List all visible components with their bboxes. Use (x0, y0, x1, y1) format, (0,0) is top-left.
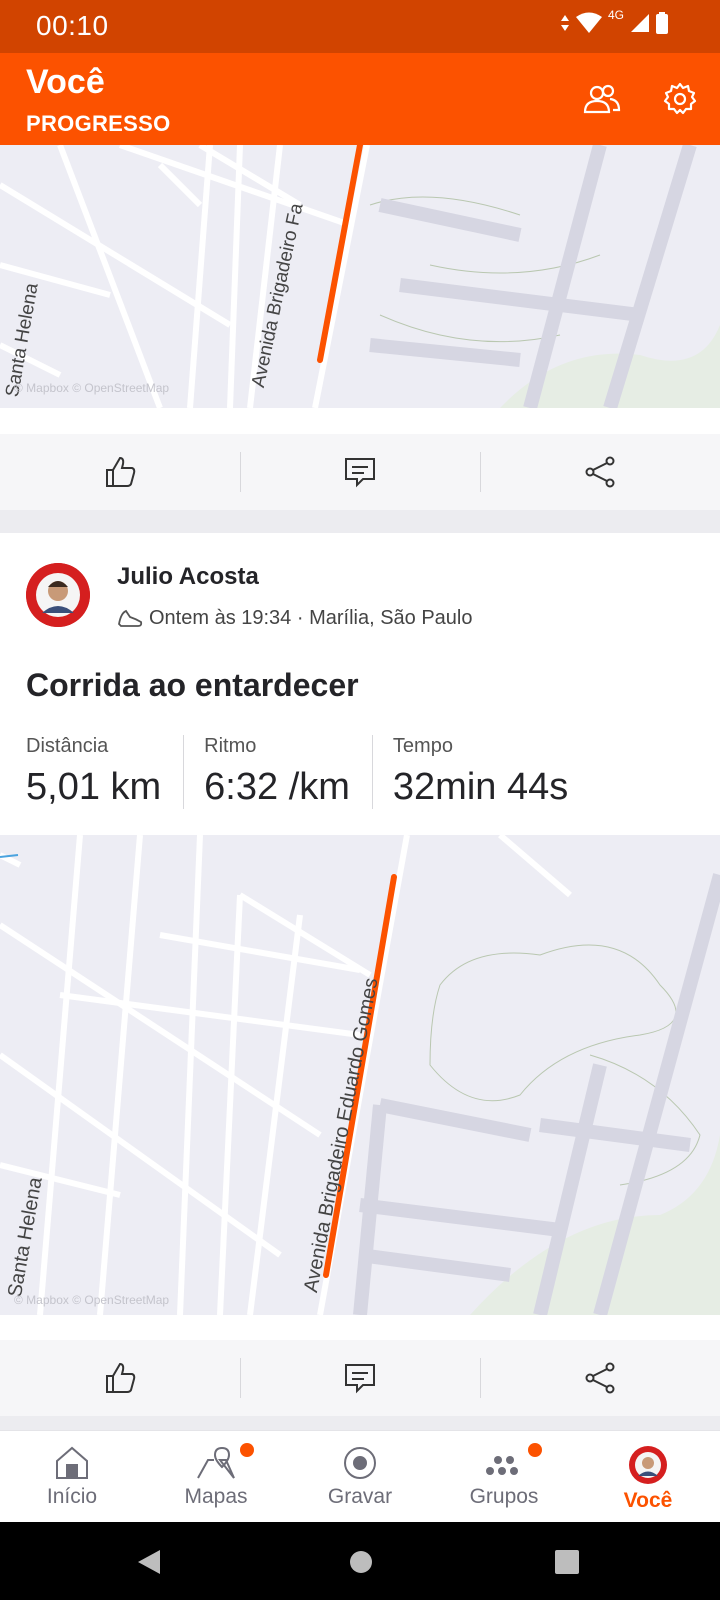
stat-label: Ritmo (204, 735, 257, 757)
signal-icon (631, 14, 649, 32)
share-button[interactable] (480, 1340, 720, 1416)
feed-separator (0, 510, 720, 533)
stat-value: 6:32 /km (204, 766, 350, 808)
map-icon (197, 1446, 235, 1479)
friends-button[interactable] (580, 77, 624, 121)
system-nav-bar (0, 1522, 720, 1600)
activity-date-location: Ontem às 19:34 · Marília, São Paulo (149, 607, 473, 629)
nav-item-record[interactable]: Gravar (288, 1431, 432, 1522)
comment-icon (345, 1364, 375, 1394)
map-attribution: © Mapbox © OpenStreetMap (14, 381, 170, 395)
comment-button[interactable] (240, 434, 480, 510)
kudos-button[interactable] (0, 1340, 240, 1416)
recents-icon[interactable] (555, 1550, 579, 1574)
stat-pace: Ritmo 6:32 /km (183, 735, 372, 809)
nav-label: Gravar (327, 1485, 393, 1508)
nav-item-home[interactable]: Início (0, 1431, 144, 1522)
app-header: Você PROGRESSO (0, 53, 720, 145)
stat-label: Tempo (392, 735, 453, 757)
activity-stats: Distância 5,01 km Ritmo 6:32 /km Tempo 3… (26, 735, 590, 809)
back-icon[interactable] (136, 1548, 162, 1576)
previous-activity-map[interactable]: Avenida Brigadeiro Fa Santa Helena © Map… (0, 145, 720, 408)
kudos-button[interactable] (0, 434, 240, 510)
previous-activity-actions (0, 434, 720, 510)
home-icon (56, 1446, 88, 1479)
activity-title[interactable]: Corrida ao entardecer (26, 667, 359, 704)
data-arrows-icon (560, 15, 569, 31)
run-shoe-icon (118, 609, 143, 627)
thumbs-up-icon (106, 456, 136, 487)
comment-button[interactable] (240, 1340, 480, 1416)
home-circle-icon[interactable] (348, 1549, 374, 1575)
page-title: Você (26, 63, 105, 101)
nav-item-groups[interactable]: Grupos (432, 1431, 576, 1522)
stat-value: 32min 44s (392, 766, 569, 808)
notification-dot (240, 1443, 254, 1457)
nav-label: Início (46, 1485, 98, 1508)
record-icon (344, 1447, 376, 1479)
map-attribution: © Mapbox © OpenStreetMap (14, 1293, 170, 1307)
status-bar: 00:10 4G (0, 0, 720, 53)
stat-time: Tempo 32min 44s (371, 735, 590, 809)
nav-label: Grupos (469, 1485, 539, 1508)
share-icon (585, 456, 615, 488)
status-time: 00:10 (36, 10, 109, 41)
groups-icon (486, 1456, 518, 1475)
activity-map[interactable]: Avenida Brigadeiro Eduardo Gomes Santa H… (0, 835, 720, 1315)
avatar-image (26, 563, 90, 627)
avatar-icon (629, 1446, 667, 1484)
settings-button[interactable] (658, 77, 702, 121)
map-graphic (0, 145, 720, 408)
share-icon (585, 1362, 615, 1394)
network-type: 4G (607, 8, 624, 22)
athlete-avatar[interactable] (26, 563, 90, 627)
status-icons: 4G (560, 8, 668, 34)
share-button[interactable] (480, 434, 720, 510)
wifi-icon (575, 12, 602, 33)
bottom-nav: Início Mapas Gravar Grupos Você (0, 1430, 720, 1522)
nav-item-you[interactable]: Você (576, 1431, 720, 1522)
stat-value: 5,01 km (26, 766, 162, 808)
thumbs-up-icon (106, 1362, 136, 1393)
nav-label: Mapas (184, 1485, 248, 1508)
activity-actions (0, 1340, 720, 1416)
nav-label: Você (623, 1489, 673, 1512)
nav-item-maps[interactable]: Mapas (144, 1431, 288, 1522)
stat-label: Distância (26, 735, 109, 757)
battery-icon (656, 12, 668, 34)
comment-icon (345, 458, 375, 488)
activity-meta: Ontem às 19:34 · Marília, São Paulo (117, 607, 473, 630)
activity-card[interactable]: Julio Acosta Ontem às 19:34 · Marília, S… (0, 533, 720, 835)
athlete-name[interactable]: Julio Acosta (117, 563, 259, 591)
feed-separator (0, 1416, 720, 1430)
notification-dot (528, 1443, 542, 1457)
stat-distance: Distância 5,01 km (26, 735, 183, 809)
gear-icon (663, 82, 697, 115)
people-icon (583, 84, 621, 114)
page-subtitle: PROGRESSO (26, 111, 171, 136)
